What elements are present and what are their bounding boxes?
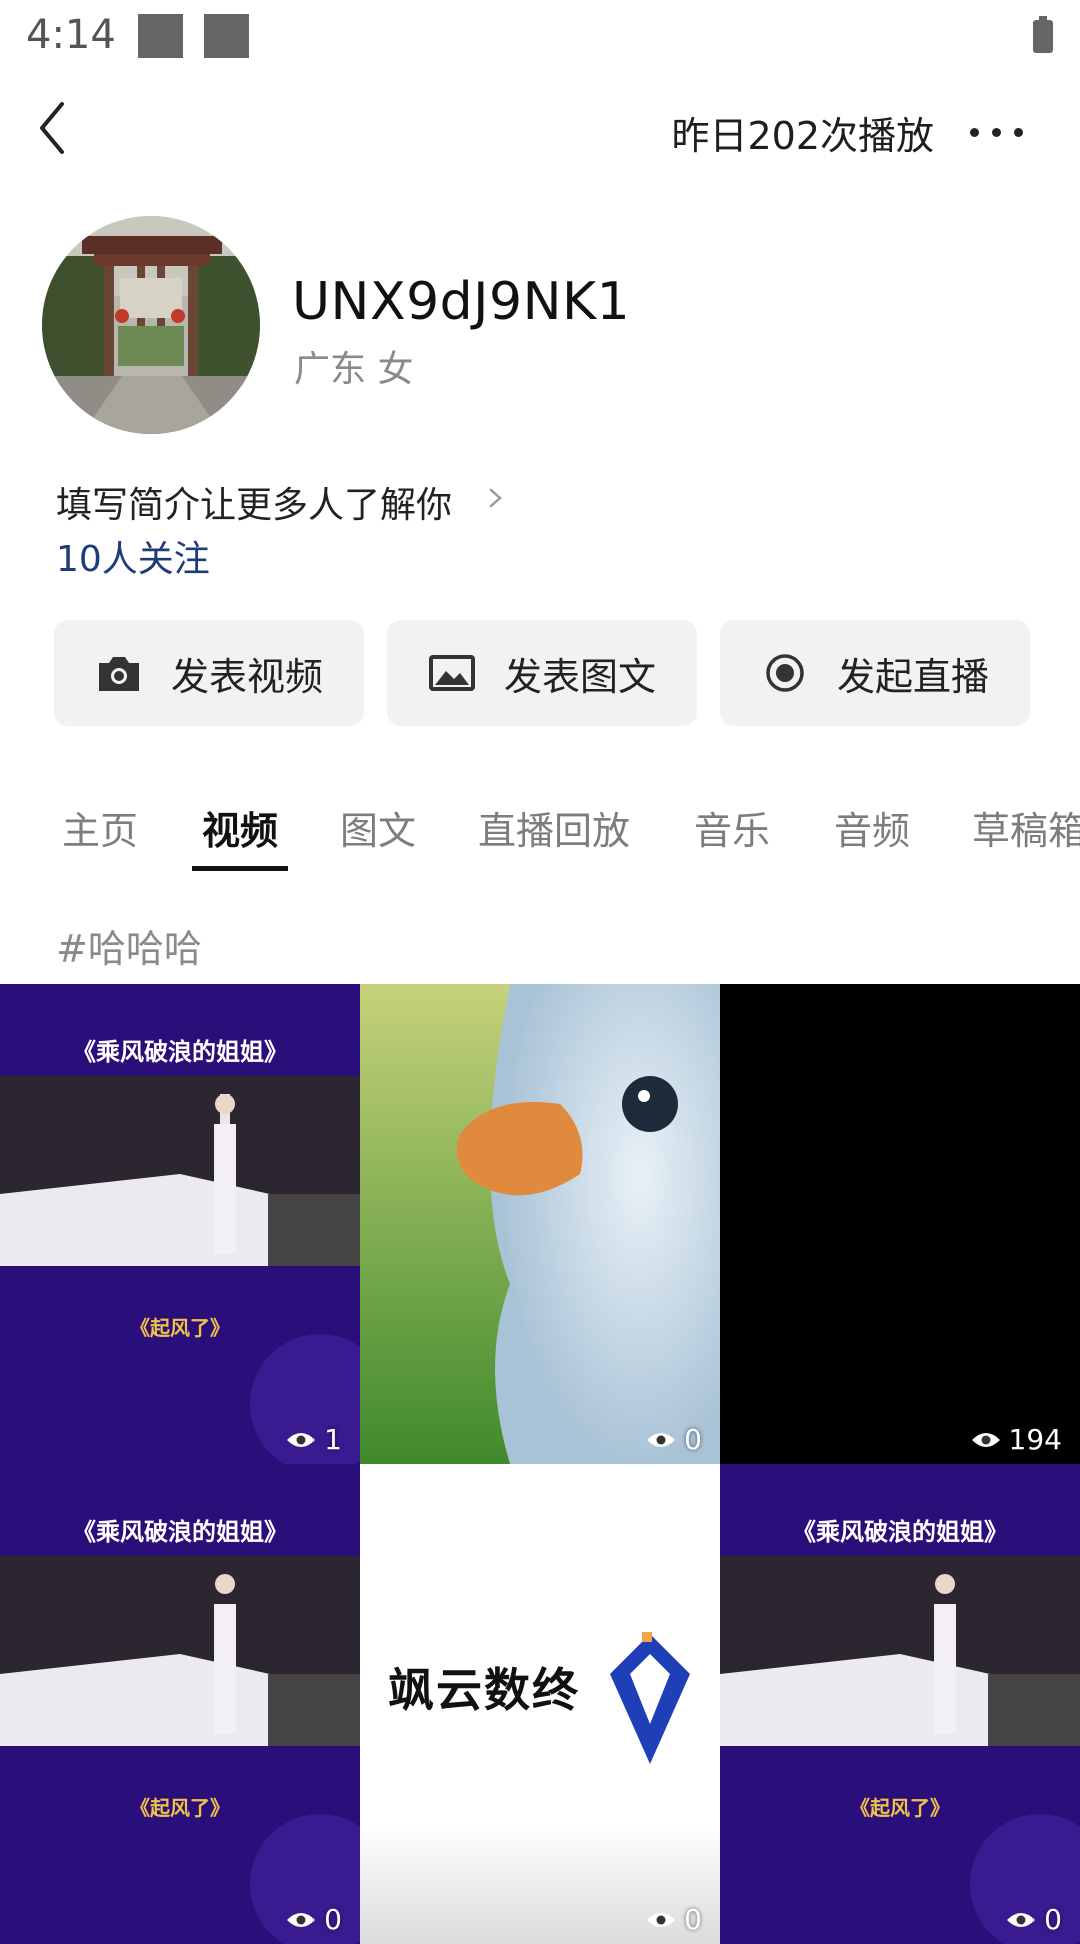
chevron-right-icon[interactable] xyxy=(484,482,508,514)
view-count: 194 xyxy=(971,1423,1062,1456)
live-icon xyxy=(766,654,804,692)
followers-count[interactable]: 10人关注 xyxy=(56,530,210,582)
bio-prompt-link[interactable]: 填写简介让更多人了解你 xyxy=(56,476,452,528)
video-thumbnail[interactable]: 《乘风破浪的姐姐》 《起风了》 1 xyxy=(0,984,360,1464)
username: UNX9dJ9NK1 xyxy=(292,272,631,332)
more-options-icon[interactable] xyxy=(962,100,1032,160)
image-icon xyxy=(428,655,475,691)
view-count: 1 xyxy=(286,1423,342,1456)
eye-icon xyxy=(647,1432,676,1447)
thumbnail-title: 《乘风破浪的姐姐》 xyxy=(72,1038,288,1066)
thumbnail-title: 《乘风破浪的姐姐》 xyxy=(72,1518,288,1546)
thumbnail-logo-text: 飒云数终 xyxy=(388,1663,580,1717)
thumbnail-caption: 《起风了》 xyxy=(130,1796,230,1820)
view-count-value: 0 xyxy=(684,1423,702,1456)
tab-audio[interactable]: 音频 xyxy=(834,800,910,855)
start-live-label: 发起直播 xyxy=(836,654,989,699)
content-tabs: 主页 视频 图文 直播回放 音乐 音频 草稿箱 xyxy=(0,800,1080,874)
tab-posts[interactable]: 图文 xyxy=(340,800,416,855)
thumbnail-caption: 《起风了》 xyxy=(130,1316,230,1340)
notification-icon xyxy=(204,14,249,58)
video-thumbnail[interactable]: 0 xyxy=(360,984,720,1464)
publish-video-label: 发表视频 xyxy=(170,654,323,699)
publish-post-button[interactable]: 发表图文 xyxy=(387,620,697,726)
tab-home[interactable]: 主页 xyxy=(62,800,138,855)
thumbnail-title: 《乘风破浪的姐姐》 xyxy=(792,1518,1008,1546)
active-tab-indicator xyxy=(192,866,288,871)
tab-videos[interactable]: 视频 xyxy=(202,800,278,855)
status-time: 4:14 xyxy=(26,12,116,58)
battery-icon xyxy=(1033,16,1053,53)
video-thumbnail[interactable]: 飒云数终 0 xyxy=(360,1464,720,1944)
top-bar: 昨日202次播放 xyxy=(0,90,1080,170)
plays-yesterday[interactable]: 昨日202次播放 xyxy=(671,105,934,160)
publish-post-label: 发表图文 xyxy=(503,654,656,699)
video-thumbnail[interactable]: 194 xyxy=(720,984,1080,1464)
tab-drafts[interactable]: 草稿箱 xyxy=(972,800,1080,855)
avatar[interactable] xyxy=(42,216,260,434)
view-count-value: 1 xyxy=(324,1423,342,1456)
camera-icon xyxy=(98,657,139,691)
tab-live-replay[interactable]: 直播回放 xyxy=(478,800,630,855)
notification-icon xyxy=(138,14,183,58)
back-icon[interactable] xyxy=(30,94,86,164)
start-live-button[interactable]: 发起直播 xyxy=(720,620,1030,726)
view-count-value: 194 xyxy=(1008,1423,1062,1456)
thumbnail-caption: 《起风了》 xyxy=(850,1796,950,1820)
eye-icon xyxy=(971,1432,1000,1447)
video-thumbnail[interactable]: 《乘风破浪的姐姐》 《起风了》 0 xyxy=(720,1464,1080,1944)
tab-music[interactable]: 音乐 xyxy=(694,800,770,855)
hashtag-filter[interactable]: #哈哈哈 xyxy=(56,918,202,973)
location-gender: 广东 女 xyxy=(294,349,414,390)
eye-icon xyxy=(287,1432,316,1447)
video-thumbnail[interactable]: 《乘风破浪的姐姐》 《起风了》 0 xyxy=(0,1464,360,1944)
publish-video-button[interactable]: 发表视频 xyxy=(54,620,364,726)
view-count: 0 xyxy=(646,1423,702,1456)
status-bar: 4:14 xyxy=(0,0,1080,74)
